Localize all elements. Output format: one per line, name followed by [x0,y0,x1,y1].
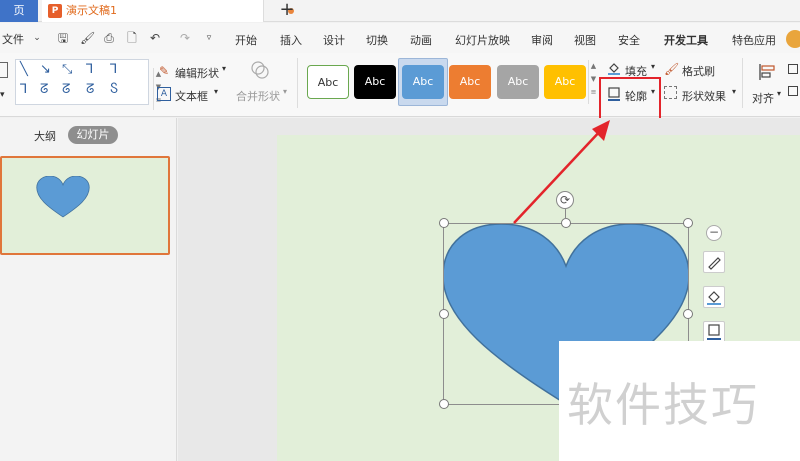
heart-thumbnail-icon [36,176,90,218]
watermark: 软件技巧 [559,341,800,461]
style-white[interactable]: Abc [307,65,349,99]
slide-thumbnail[interactable] [0,156,170,255]
text-box-icon: A [157,87,171,101]
slide-panel: 大纲 幻灯片 [0,118,177,461]
text-box-button[interactable]: 文本框 [175,88,208,104]
style-orange[interactable]: Abc [449,65,491,99]
merge-shape-icon [250,60,270,80]
presentation-logo-icon: P [48,4,62,18]
fill-bucket-icon [607,61,621,75]
resize-handle-ne[interactable] [683,218,693,228]
shape-icon[interactable] [0,62,8,78]
curve-icon[interactable]: Ⴝ [110,82,118,97]
shape-effects-button[interactable]: 形状效果 [682,88,726,104]
format-painter-icon[interactable]: 🖌 [80,31,95,45]
menu-security[interactable]: 安全 [618,32,640,48]
save-icon[interactable]: 🖫 [56,31,70,45]
menu-insert[interactable]: 插入 [280,32,302,48]
menu-view[interactable]: 视图 [574,32,596,48]
merge-shape-button[interactable]: 合并形状 [236,88,280,104]
group-icon[interactable] [788,64,798,74]
chevron-down-icon[interactable]: ▾ [214,87,218,96]
menu-animation[interactable]: 动画 [410,32,432,48]
tab-outline[interactable]: 大纲 [34,128,56,144]
print-preview-icon[interactable]: 🗋 [125,31,139,45]
chevron-down-icon[interactable]: ▾ [222,64,226,73]
print-icon[interactable]: ⎙ [102,31,116,45]
resize-handle-e[interactable] [683,309,693,319]
shape-style-button[interactable] [703,251,725,273]
curved-double-arrow-connector-icon[interactable]: ᘔ [86,82,94,97]
style-gallery-scroll[interactable]: ▲ ▼ ≡ [588,60,598,104]
style-blue[interactable]: Abc [402,65,444,99]
undo-icon[interactable]: ↶ [148,31,162,45]
customize-toolbar-icon[interactable]: ▿ [202,31,216,45]
red-arrow-annotation [513,120,610,224]
menu-bar: 文件 ⌄ 🖫 🖌 ⎙ 🗋 ↶ ↷ ▿ 开始 插入 设计 切换 动画 幻灯片放映 … [0,23,800,53]
new-tab-button[interactable]: + [276,0,298,22]
style-black[interactable]: Abc [354,65,396,99]
menu-design[interactable]: 设计 [323,32,345,48]
avatar[interactable] [786,30,800,48]
menu-slideshow[interactable]: 幻灯片放映 [455,32,510,48]
resize-handle-w[interactable] [439,309,449,319]
menu-file[interactable]: 文件 [2,31,24,47]
double-arrow-connector-icon[interactable]: ⤡ [62,62,72,77]
tab-document[interactable]: P 演示文稿1 [42,0,294,22]
resize-handle-sw[interactable] [439,399,449,409]
format-painter-icon: 🖌 [664,62,680,76]
edit-shape-icon: ✎ [158,64,170,78]
chevron-down-icon[interactable]: ▾ [732,87,736,96]
tab-slides[interactable]: 幻灯片 [68,126,118,144]
style-gold[interactable]: Abc [544,65,586,99]
redo-icon[interactable]: ↷ [178,31,192,45]
line-connector-icon[interactable]: ╲ [20,62,28,77]
chevron-down-icon[interactable]: ▾ [651,62,655,71]
curved-connector-icon[interactable]: ᘔ [40,82,48,97]
document-name: 演示文稿1 [66,4,117,17]
resize-handle-nw[interactable] [439,218,449,228]
style-gray[interactable]: Abc [497,65,539,99]
title-bar: 页 P 演示文稿1 + [0,0,800,22]
menu-review[interactable]: 审阅 [531,32,553,48]
menu-home[interactable]: 开始 [235,32,257,48]
elbow-double-arrow-connector-icon[interactable]: ⅂ [20,82,27,97]
shape-dropdown-icon[interactable]: ▾ [0,90,5,100]
curved-arrow-connector-icon[interactable]: ᘔ [62,82,70,97]
menu-transition[interactable]: 切换 [366,32,388,48]
menu-developer-tools[interactable]: 开发工具 [664,32,708,48]
elbow-connector-icon[interactable]: ⅂ [86,62,93,77]
shape-effects-icon [664,86,677,99]
connector-gallery[interactable]: ╲ ↘ ⤡ ⅂ ⅂ ⅂ ᘔ ᘔ ᘔ Ⴝ ▲ ▼ ≡ [15,59,161,110]
arrow-connector-icon[interactable]: ↘ [40,62,51,77]
elbow-arrow-connector-icon[interactable]: ⅂ [110,62,117,77]
edit-shape-button[interactable]: 编辑形状 [175,65,219,81]
format-painter-button[interactable]: 格式刷 [682,63,715,79]
rotate-icon[interactable] [788,86,798,96]
collapse-icon[interactable]: − [706,225,722,241]
tab-home[interactable]: 页 [0,0,38,22]
shape-outline-button[interactable] [703,321,725,343]
watermark-text: 软件技巧 [567,378,759,432]
align-icon [757,62,777,82]
chevron-down-icon[interactable]: ▾ [283,87,287,96]
ribbon-divider [742,58,743,108]
chevron-down-icon[interactable]: ▾ [777,89,781,98]
align-button[interactable]: 对齐 [752,90,774,106]
chevron-down-icon[interactable]: ⌄ [30,31,44,45]
menu-special-apps[interactable]: 特色应用 [732,32,776,48]
shape-fill-button[interactable] [703,286,725,308]
ribbon-divider [297,58,298,108]
